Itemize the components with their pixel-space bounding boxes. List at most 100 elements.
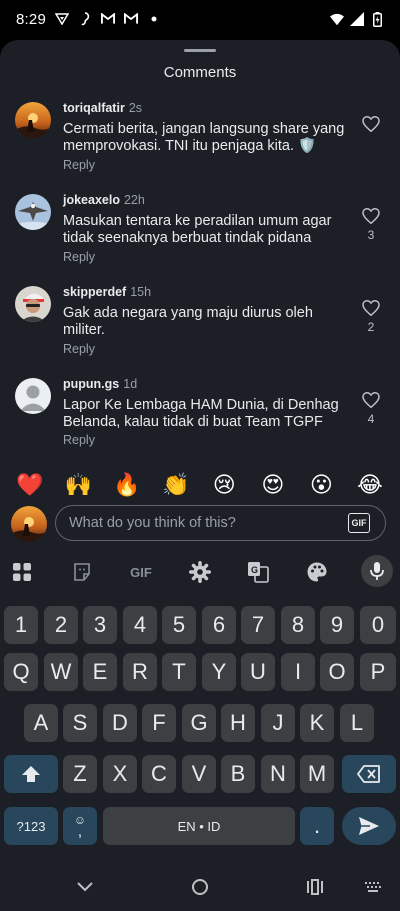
emoji-tears-of-joy[interactable]: 😂 [355,472,385,498]
emoji-crying-face[interactable]: 😢 [209,472,239,498]
key-x[interactable]: X [103,755,137,793]
battery-icon [370,11,384,27]
shift-key[interactable] [4,755,58,793]
emoji-red-heart[interactable]: ❤️ [15,472,45,498]
key-q[interactable]: Q [4,653,38,691]
emoji-comma-key[interactable]: ☺ , [63,807,97,845]
comment-text: Lapor Ke Lembaga HAM Dunia, di Denhag Be… [63,397,339,430]
nav-back-chevron-icon[interactable] [75,877,95,897]
key-c[interactable]: C [142,755,176,793]
key-r[interactable]: R [123,653,157,691]
send-key[interactable] [342,807,396,845]
nav-home-icon[interactable] [190,877,210,897]
key-y[interactable]: Y [202,653,236,691]
key-t[interactable]: T [162,653,196,691]
symbols-key[interactable]: ?123 [4,807,58,845]
key-8[interactable]: 8 [281,606,315,644]
key-a[interactable]: A [24,704,58,742]
reply-button[interactable]: Reply [63,158,95,172]
backspace-key[interactable] [342,755,396,793]
keyboard-switch-icon[interactable] [363,877,383,897]
ear-icon [78,12,92,26]
key-z[interactable]: Z [63,755,97,793]
heart-icon [362,392,380,408]
settings-icon[interactable] [188,560,212,584]
emoji-surprised-face[interactable]: 😮 [306,472,336,498]
key-n[interactable]: N [261,755,295,793]
key-l[interactable]: L [340,704,374,742]
key-2[interactable]: 2 [44,606,78,644]
reply-button[interactable]: Reply [63,342,95,356]
like-button[interactable] [361,116,381,136]
like-count: 3 [367,228,375,242]
space-bar[interactable]: EN • ID [103,807,295,845]
key-9[interactable]: 9 [320,606,354,644]
nav-recents-icon[interactable] [305,877,325,897]
emoji-heart-eyes[interactable]: 😍 [258,472,288,498]
palette-icon[interactable] [305,560,329,584]
key-o[interactable]: O [320,653,354,691]
shift-icon [22,766,40,782]
key-7[interactable]: 7 [241,606,275,644]
key-u[interactable]: U [241,653,275,691]
status-bar: 8:29 [0,0,400,38]
key-i[interactable]: I [281,653,315,691]
reply-button[interactable]: Reply [63,250,95,264]
comma-label: , [77,823,83,840]
avatar[interactable] [15,102,51,138]
comment-time: 22h [123,193,145,207]
key-e[interactable]: E [83,653,117,691]
gif-button[interactable]: GIF [348,513,370,533]
key-b[interactable]: B [221,755,255,793]
key-3[interactable]: 3 [83,606,117,644]
period-key[interactable]: . [300,807,334,845]
emoji-clapping-hands[interactable]: 👏 [161,472,191,498]
sheet-drag-handle[interactable] [184,49,216,52]
key-w[interactable]: W [44,653,78,691]
comment-username[interactable]: pupun.gs [63,377,119,391]
key-5[interactable]: 5 [162,606,196,644]
translate-icon[interactable]: G [246,560,270,584]
comment-text: Masukan tentara ke peradilan umum agar t… [63,213,332,246]
system-nav-bar [0,862,400,911]
key-d[interactable]: D [103,704,137,742]
comment-username[interactable]: skipperdef [63,285,126,299]
like-button[interactable]: 2 [361,300,381,334]
key-j[interactable]: J [261,704,295,742]
comment-input[interactable] [55,505,386,541]
avatar[interactable] [15,194,51,230]
key-h[interactable]: H [221,704,255,742]
key-m[interactable]: M [300,755,334,793]
screen: 8:29 Comments toriqalfatir 2s Cermati be… [0,0,400,911]
avatar[interactable] [15,286,51,322]
send-icon [359,817,379,835]
comment-username[interactable]: jokeaxelo [63,193,120,207]
gmail-icon [101,12,115,26]
svg-text:G: G [251,565,258,575]
key-0[interactable]: 0 [360,606,396,644]
avatar[interactable] [15,378,51,414]
like-button[interactable]: 3 [361,208,381,242]
key-f[interactable]: F [142,704,176,742]
emoji-fire[interactable]: 🔥 [112,472,142,498]
like-button[interactable]: 4 [361,392,381,426]
reply-button[interactable]: Reply [63,433,95,447]
comment-time: 15h [130,285,152,299]
comment-composer: GIF [0,505,400,543]
key-k[interactable]: K [300,704,334,742]
key-4[interactable]: 4 [123,606,157,644]
key-6[interactable]: 6 [202,606,236,644]
key-v[interactable]: V [182,755,216,793]
comment-text: Cermati berita, jangan langsung share ya… [63,121,345,154]
key-p[interactable]: P [360,653,396,691]
comment-username[interactable]: toriqalfatir [63,101,125,115]
key-s[interactable]: S [63,704,97,742]
gif-icon[interactable]: GIF [126,560,156,584]
apps-grid-icon[interactable] [10,560,34,584]
key-g[interactable]: G [182,704,216,742]
like-count: 4 [367,412,375,426]
key-1[interactable]: 1 [4,606,38,644]
sticker-icon[interactable] [70,560,94,584]
emoji-raised-hands[interactable]: 🙌 [64,472,94,498]
mic-icon[interactable] [361,555,393,587]
